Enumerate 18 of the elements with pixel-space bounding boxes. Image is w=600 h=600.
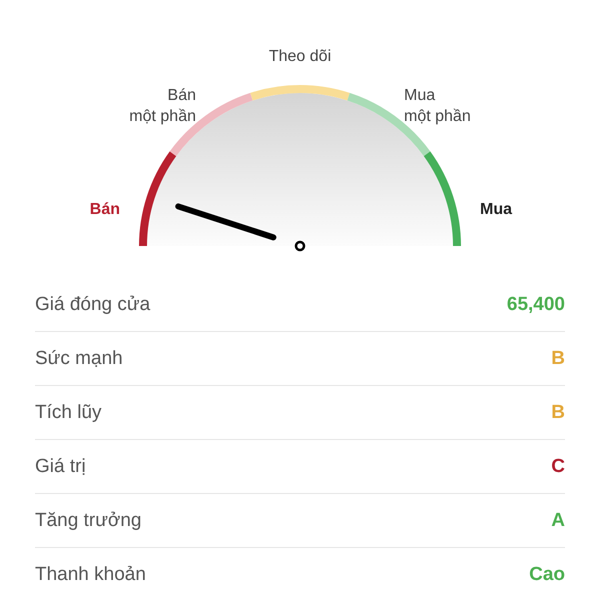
row-value: B (551, 402, 565, 424)
row-label: Thanh khoản (35, 564, 146, 586)
row-label: Giá đóng cửa (35, 294, 150, 316)
row-label: Sức mạnh (35, 348, 123, 370)
gauge-label: Bán (90, 200, 120, 220)
gauge-label: Mua một phần (404, 86, 471, 127)
gauge-label: Theo dõi (268, 47, 332, 67)
row-value: 65,400 (506, 294, 565, 316)
row-label: Giá trị (35, 456, 86, 478)
row-label: Tăng trưởng (35, 510, 142, 532)
needle-hub (294, 240, 306, 252)
row-label: Tích lũy (35, 402, 102, 424)
row-value: Cao (529, 564, 565, 586)
gauge-label: Mua (480, 200, 512, 220)
row-value: C (551, 456, 565, 478)
row-value: B (551, 348, 565, 370)
row-value: A (551, 510, 565, 532)
gauge-label: Bán một phần (129, 86, 196, 127)
